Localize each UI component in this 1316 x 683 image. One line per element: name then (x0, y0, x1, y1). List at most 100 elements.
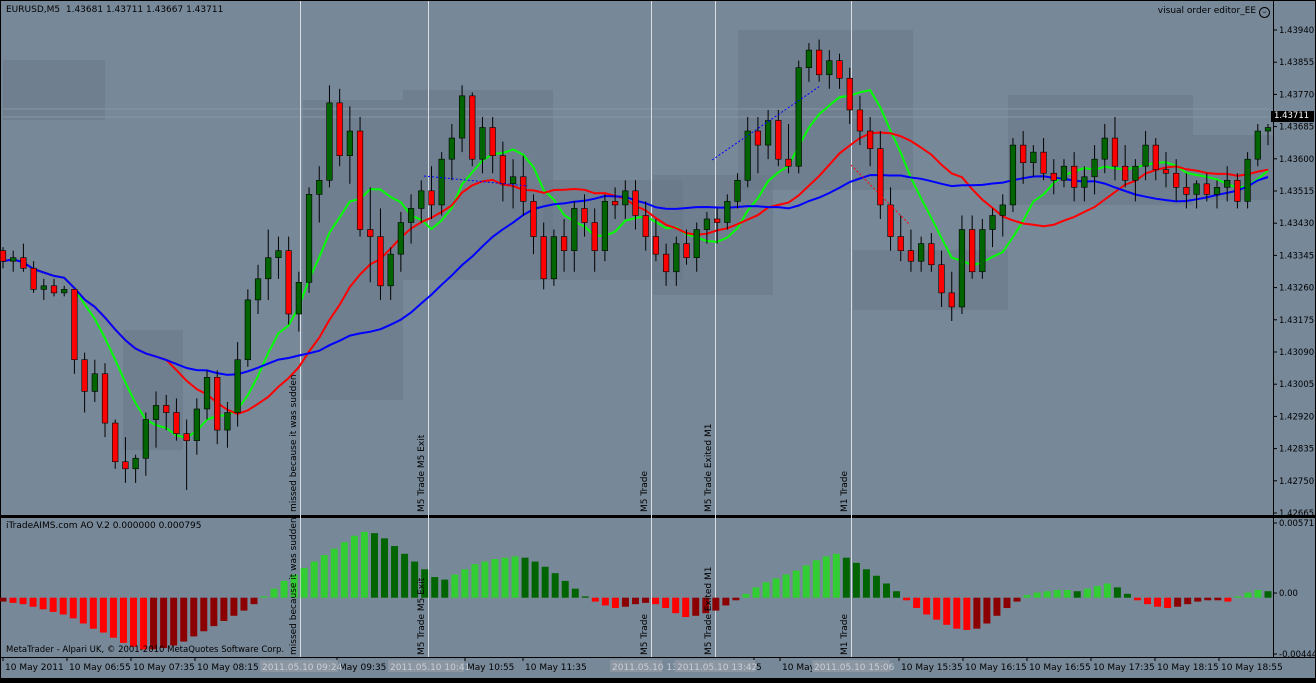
ao-bar (1164, 597, 1172, 609)
ao-bar (722, 597, 730, 606)
ao-bar (943, 597, 951, 625)
ao-bar (119, 597, 127, 643)
ao-tick-label: 0.00571 (1279, 519, 1314, 529)
candle-body (336, 102, 343, 156)
candle-body (1244, 158, 1251, 202)
ao-bar (802, 565, 810, 598)
price-tick-label: 1.43345 (1279, 251, 1314, 261)
symbol-label: EURUSD,M5 (6, 5, 61, 15)
ao-bar (1254, 589, 1262, 598)
candle-body (428, 190, 435, 206)
ao-bar (842, 557, 850, 598)
ao-bar (1023, 595, 1031, 598)
metatrader-chart-window[interactable]: 1.43940 1.43855 1.43770 1.43685 1.43600 1.435… (0, 0, 1316, 679)
candle-body (254, 278, 262, 301)
candle (356, 116, 364, 237)
ao-bar (1003, 597, 1011, 609)
vertical-line-label: M5 Trade M5 Exit (417, 434, 427, 512)
ao-bar (441, 579, 449, 598)
candle-body (1193, 183, 1200, 195)
time-tick-label: 10 May 06:55 (69, 663, 131, 673)
candle-body (214, 377, 221, 431)
candle-body (173, 412, 180, 434)
candle-body (958, 229, 966, 308)
zone-box (653, 175, 773, 295)
ao-bar (1083, 588, 1091, 598)
candle-body (1101, 137, 1108, 160)
candle-body (632, 190, 639, 216)
candle-body (1213, 187, 1221, 195)
price-tick-label: 1.42920 (1279, 412, 1314, 422)
ao-bar (993, 597, 1001, 616)
ao-bar (762, 582, 770, 598)
candle-body (795, 67, 802, 167)
ao-bar (99, 597, 107, 633)
candle-body (50, 285, 58, 294)
candle-body (0, 250, 7, 262)
visual-order-editor[interactable]: visual order editor_EE ⌣ (1158, 6, 1270, 18)
price-tick-label: 1.42665 (1279, 509, 1314, 519)
candle-body (285, 250, 292, 315)
ao-bar (89, 597, 97, 629)
ao-bar (682, 597, 690, 618)
price-tick-label: 1.42750 (1279, 477, 1314, 487)
ao-bar (69, 597, 77, 619)
candle-body (183, 433, 190, 441)
indicator-header: iTradeAIMS.com AO V.2 0.000000 0.000795 (6, 521, 202, 531)
candle-body (714, 218, 721, 223)
ao-bar (29, 597, 37, 607)
ao-bar (923, 597, 931, 615)
candle-body (1224, 179, 1231, 188)
candle-body (30, 267, 37, 290)
candle-body (1173, 172, 1180, 188)
ao-bar (601, 597, 609, 606)
ao-bar (1224, 597, 1232, 602)
ao-bar (752, 587, 760, 598)
ohlc-label: 1.43681 1.43711 1.43667 1.43711 (65, 5, 224, 15)
candle (469, 92, 476, 167)
ao-bar (973, 597, 981, 629)
candle-body (856, 109, 864, 132)
candle-body (469, 95, 476, 160)
candle-body (20, 257, 27, 269)
price-tick-label: 1.43940 (1279, 26, 1314, 36)
chart-svg[interactable]: 1.43940 1.43855 1.43770 1.43685 1.43600 1.435… (0, 0, 1316, 679)
candle-body (591, 222, 598, 251)
candle-body (1030, 151, 1037, 163)
candle-body (367, 229, 374, 237)
ao-bar (1053, 589, 1061, 598)
vertical-line-label: M5 Trade (640, 614, 650, 655)
ao-bar (772, 578, 780, 598)
ao-bar (109, 597, 117, 638)
candle-body (377, 236, 384, 287)
candle-body (662, 253, 670, 273)
time-tick-label: 10 May 16:55 (1029, 663, 1091, 673)
time-stamp-label: 2011.05.10 13:42 (677, 663, 757, 673)
time-tick-label: 10 May 18:15 (1157, 663, 1219, 673)
ao-bar (150, 597, 158, 650)
ao-bar (39, 597, 47, 610)
ao-bar (240, 597, 248, 611)
candle-body (489, 127, 496, 156)
candle-body (550, 236, 557, 280)
ao-bar (963, 597, 971, 630)
candle-body (224, 412, 231, 431)
ao-bar (1264, 591, 1272, 598)
editor-label[interactable]: visual order editor_EE (1158, 6, 1256, 16)
ao-bar (571, 588, 579, 598)
candle-body (530, 201, 537, 237)
ao-bar (1214, 597, 1222, 601)
ao-bar (1063, 589, 1071, 598)
time-tick-label: May 10:55 (467, 663, 514, 673)
ao-bar (49, 597, 57, 612)
smiley-icon[interactable]: ⌣ (1259, 7, 1270, 18)
candle (550, 229, 557, 286)
candle-body (499, 155, 506, 185)
candle-body (765, 120, 772, 146)
price-tick-label: 1.43855 (1279, 58, 1314, 68)
candle-body (887, 204, 894, 237)
ao-bar (581, 596, 589, 598)
price-tick-label: 1.43005 (1279, 380, 1314, 390)
candle-body (40, 285, 47, 290)
ao-bar (822, 556, 830, 598)
